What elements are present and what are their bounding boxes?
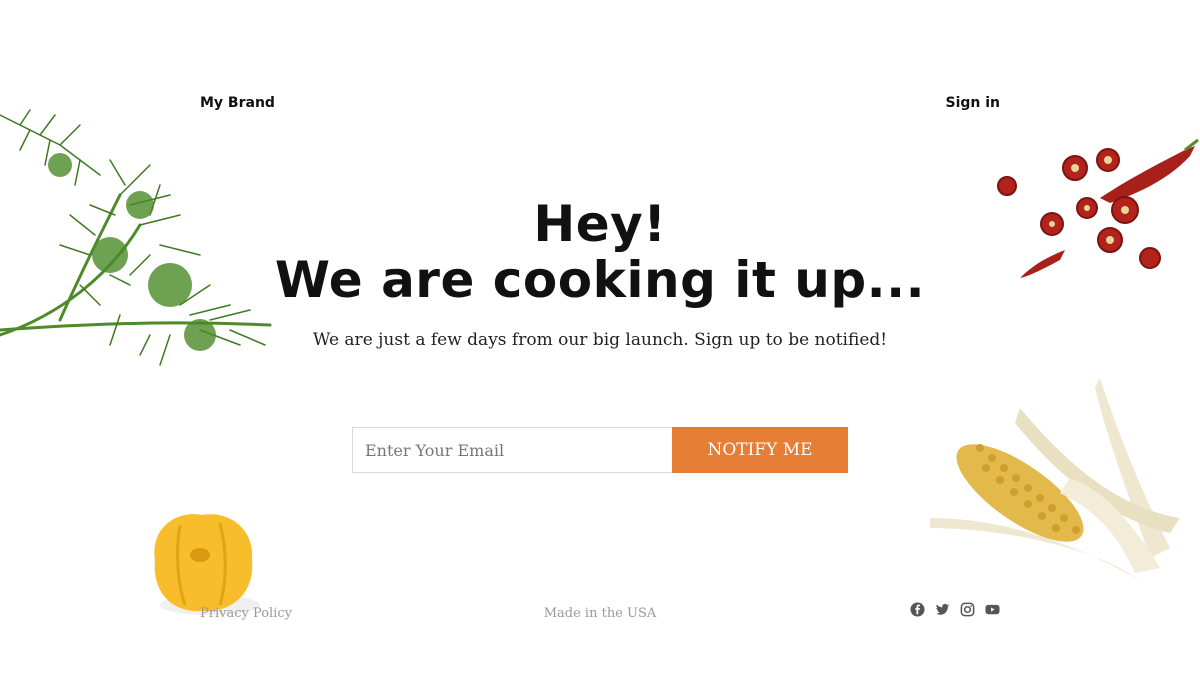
signin-link[interactable]: Sign in [945,95,1000,111]
brand-logo[interactable]: My Brand [200,95,275,111]
made-in-text: Made in the USA [543,606,657,621]
youtube-icon[interactable] [985,602,1000,617]
yellow-pepper-image [154,514,260,615]
twitter-icon[interactable] [935,602,950,617]
notify-me-button[interactable]: NOTIFY ME [672,427,848,473]
social-links [910,602,1000,617]
hero-title: Hey! We are cooking it up... [0,196,1200,308]
email-input[interactable] [352,427,672,473]
corn-image [930,378,1180,598]
instagram-icon[interactable] [960,602,975,617]
hero-title-line1: Hey! [533,195,667,253]
facebook-icon[interactable] [910,602,925,617]
hero-subtitle: We are just a few days from our big laun… [312,330,888,350]
hero-title-line2: We are cooking it up... [274,251,926,309]
hero-section: Hey! We are cooking it up... We are just… [0,196,1200,350]
signup-form: NOTIFY ME [352,427,848,473]
